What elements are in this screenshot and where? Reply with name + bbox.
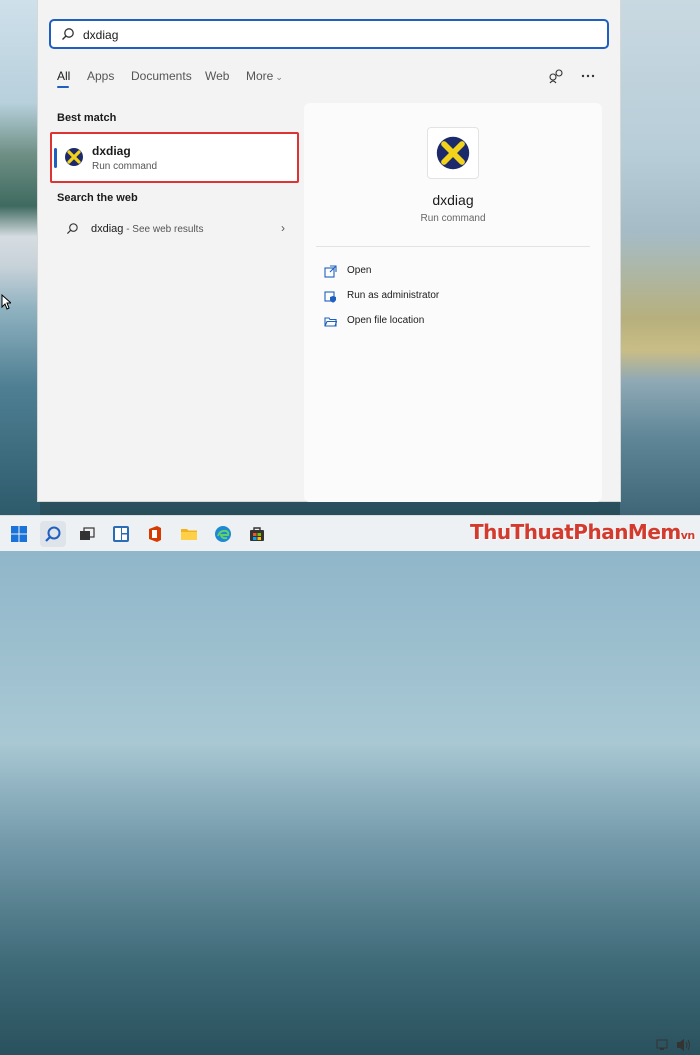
best-match-heading: Best match — [57, 112, 117, 124]
directx-icon — [65, 148, 83, 166]
network-volume-icon — [656, 1039, 690, 1051]
tab-more[interactable]: More ⌄ — [246, 69, 283, 83]
shield-admin-icon — [324, 291, 336, 303]
file-explorer-button[interactable] — [176, 521, 202, 547]
office-button[interactable] — [142, 521, 168, 547]
task-view-icon — [80, 527, 95, 540]
search-panel: All Apps Documents Web More⌄ Best match … — [37, 0, 621, 502]
active-tab-indicator — [57, 86, 69, 88]
mouse-cursor-icon — [1, 294, 11, 310]
search-icon — [66, 223, 78, 235]
run-as-admin-action[interactable]: Run as administrator — [324, 288, 584, 306]
search-icon — [62, 28, 74, 40]
store-bag-icon — [250, 527, 264, 541]
office-icon — [149, 526, 161, 542]
folder-icon — [181, 529, 197, 540]
tab-apps[interactable]: Apps — [87, 69, 114, 83]
watermark-text: ThuThuatPhanMem — [470, 520, 681, 544]
system-tray-icons[interactable] — [655, 1038, 695, 1055]
best-match-subtitle: Run command — [92, 161, 158, 172]
tab-all[interactable]: All — [57, 69, 71, 88]
open-file-location-label: Open file location — [347, 315, 425, 326]
open-file-location-action[interactable]: Open file location — [324, 313, 584, 331]
edge-button[interactable] — [210, 521, 236, 547]
search-box[interactable] — [49, 19, 609, 49]
taskbar-search-button[interactable] — [40, 521, 66, 547]
task-view-button[interactable] — [74, 521, 100, 547]
search-icon — [45, 526, 61, 542]
windows-logo-icon — [11, 526, 27, 542]
run-as-admin-label: Run as administrator — [347, 290, 440, 301]
web-result-suffix: - See web results — [123, 224, 204, 235]
widgets-button[interactable] — [108, 521, 134, 547]
web-search-result[interactable]: dxdiag - See web results › — [50, 215, 299, 243]
open-action[interactable]: Open — [324, 263, 584, 281]
wallpaper-right — [620, 0, 700, 515]
detail-divider — [316, 246, 590, 247]
detail-app-name: dxdiag — [432, 192, 474, 208]
store-button[interactable] — [244, 521, 270, 547]
selection-accent — [54, 148, 57, 168]
detail-app-icon — [427, 127, 479, 179]
directx-icon — [436, 136, 470, 170]
web-result-text: dxdiag - See web results — [91, 223, 203, 235]
tab-all-label: All — [57, 69, 71, 83]
open-icon — [324, 265, 337, 278]
tab-more-label: More — [246, 69, 274, 83]
folder-open-icon — [324, 317, 337, 327]
widgets-icon — [113, 526, 129, 542]
more-options-icon[interactable] — [580, 68, 596, 84]
detail-pane: dxdiag Run command Open Run as administr… — [304, 103, 602, 502]
watermark-suffix: vn — [680, 529, 696, 542]
web-result-query: dxdiag — [91, 223, 124, 235]
detail-app-subtitle: Run command — [420, 213, 486, 224]
site-watermark: ThuThuatPhanMemvn — [470, 520, 695, 544]
search-web-heading: Search the web — [57, 192, 138, 204]
chevron-right-icon: › — [281, 221, 285, 235]
edge-browser-icon — [215, 526, 231, 542]
search-input[interactable] — [81, 24, 585, 46]
wallpaper-left — [0, 0, 40, 515]
open-action-label: Open — [347, 265, 372, 276]
share-people-icon[interactable] — [548, 68, 564, 84]
tab-web[interactable]: Web — [205, 69, 229, 83]
chevron-down-icon: ⌄ — [275, 72, 283, 82]
best-match-name: dxdiag — [92, 144, 131, 158]
start-button[interactable] — [6, 521, 32, 547]
tab-documents[interactable]: Documents — [131, 69, 192, 83]
best-match-item[interactable]: dxdiag Run command — [50, 132, 299, 183]
